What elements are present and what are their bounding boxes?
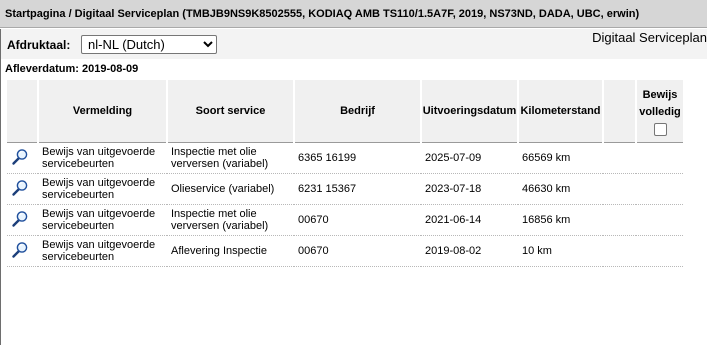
row-soort-service: Inspectie met olie verversen (variabel) xyxy=(167,142,294,174)
row-soort-service: Inspectie met olie verversen (variabel) xyxy=(167,204,294,236)
row-icon-cell xyxy=(7,142,38,174)
service-table: Vermelding Soort service Bedrijf Uitvoer… xyxy=(7,80,683,267)
delivery-date: Afleverdatum: 2019-08-09 xyxy=(5,63,139,75)
row-bewijs-cell xyxy=(636,173,683,205)
row-vermelding: Bewijs van uitgevoerde servicebeurten xyxy=(38,235,167,267)
table-header-row: Vermelding Soort service Bedrijf Uitvoer… xyxy=(7,80,683,143)
page-title: Digitaal Serviceplan xyxy=(592,30,707,45)
row-bedrijf: 6365 16199 xyxy=(294,142,421,174)
magnifier-icon[interactable] xyxy=(11,148,29,166)
print-language-label: Afdruktaal: xyxy=(7,38,71,52)
row-bedrijf: 00670 xyxy=(294,204,421,236)
row-vermelding: Bewijs van uitgevoerde servicebeurten xyxy=(38,142,167,174)
header-bewijs-line1: Bewijs xyxy=(642,88,678,101)
row-icon-cell xyxy=(7,173,38,205)
header-kilometerstand: Kilometerstand xyxy=(517,80,603,143)
table-row: Bewijs van uitgevoerde servicebeurten In… xyxy=(7,204,683,236)
row-kilometerstand: 10 km xyxy=(518,235,603,267)
table-row: Bewijs van uitgevoerde servicebeurten Ol… xyxy=(7,173,683,205)
row-soort-service: Olieservice (variabel) xyxy=(167,173,294,205)
header-vermelding: Vermelding xyxy=(37,80,167,143)
bewijs-volledig-checkbox[interactable] xyxy=(653,123,667,137)
row-kilometerstand: 66569 km xyxy=(518,142,603,174)
row-uitvoeringsdatum: 2023-07-18 xyxy=(421,173,518,205)
row-vermelding: Bewijs van uitgevoerde servicebeurten xyxy=(38,204,167,236)
row-icon-cell xyxy=(7,235,38,267)
header-bedrijf: Bedrijf xyxy=(293,80,421,143)
row-uitvoeringsdatum: 2021-06-14 xyxy=(421,204,518,236)
row-empty-cell xyxy=(603,173,636,205)
row-bewijs-cell xyxy=(636,235,683,267)
row-vermelding: Bewijs van uitgevoerde servicebeurten xyxy=(38,173,167,205)
header-soort-service: Soort service xyxy=(166,80,294,143)
header-bewijs-line2: volledig xyxy=(639,105,681,118)
row-soort-service: Aflevering Inspectie xyxy=(167,235,294,267)
table-row: Bewijs van uitgevoerde servicebeurten In… xyxy=(7,142,683,174)
row-bedrijf: 00670 xyxy=(294,235,421,267)
print-language-select[interactable]: nl-NL (Dutch) xyxy=(81,35,217,54)
row-icon-cell xyxy=(7,204,38,236)
row-kilometerstand: 16856 km xyxy=(518,204,603,236)
row-empty-cell xyxy=(603,204,636,236)
magnifier-icon[interactable] xyxy=(11,179,29,197)
row-uitvoeringsdatum: 2019-08-02 xyxy=(421,235,518,267)
header-empty-col xyxy=(602,80,636,143)
row-bedrijf: 6231 15367 xyxy=(294,173,421,205)
row-kilometerstand: 46630 km xyxy=(518,173,603,205)
row-bewijs-cell xyxy=(636,204,683,236)
toolbar: Afdruktaal: nl-NL (Dutch) Digitaal Servi… xyxy=(0,29,707,59)
row-empty-cell xyxy=(603,142,636,174)
magnifier-icon[interactable] xyxy=(11,210,29,228)
table-row: Bewijs van uitgevoerde servicebeurten Af… xyxy=(7,235,683,267)
header-uitvoeringsdatum: Uitvoeringsdatum xyxy=(420,80,518,143)
header-bewijs-volledig: Bewijs volledig xyxy=(635,80,683,143)
row-uitvoeringsdatum: 2025-07-09 xyxy=(421,142,518,174)
header-icon-col xyxy=(7,80,38,143)
row-bewijs-cell xyxy=(636,142,683,174)
main-content: Afleverdatum: 2019-08-09 Vermelding Soor… xyxy=(0,59,707,345)
breadcrumb: Startpagina / Digitaal Serviceplan (TMBJ… xyxy=(0,0,707,28)
row-empty-cell xyxy=(603,235,636,267)
magnifier-icon[interactable] xyxy=(11,241,29,259)
